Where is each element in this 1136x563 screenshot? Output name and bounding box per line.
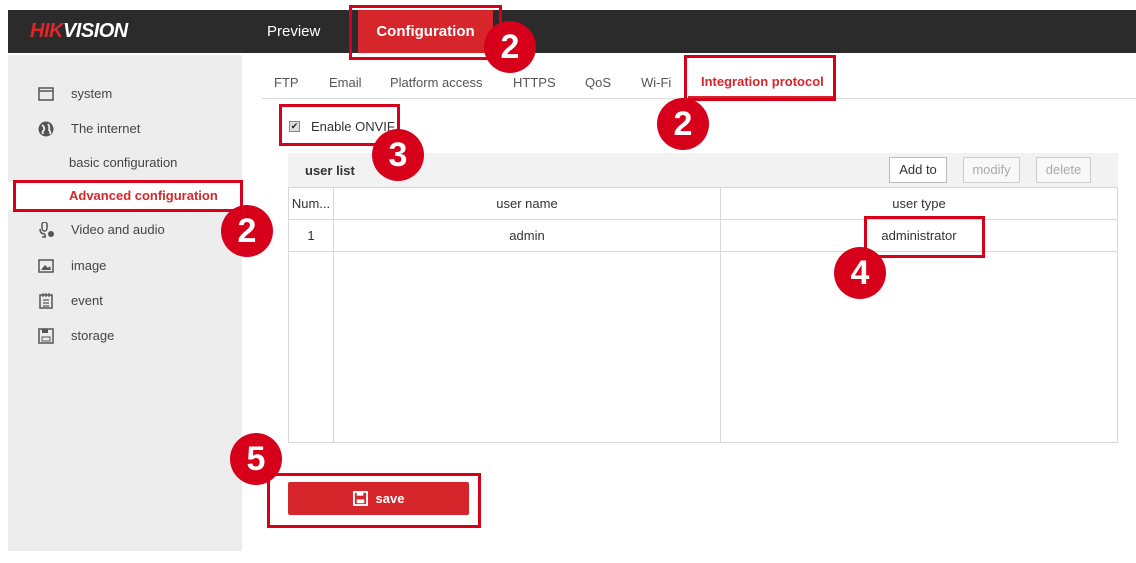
- tab-https[interactable]: HTTPS: [513, 75, 556, 90]
- sidebar-item-video-audio[interactable]: Video and audio: [8, 216, 242, 244]
- table-row[interactable]: 1 admin administrator: [289, 220, 1117, 252]
- annotation-step-2: 2: [221, 205, 273, 257]
- tab-email[interactable]: Email: [329, 75, 362, 90]
- sidebar-item-internet[interactable]: The internet: [8, 115, 242, 143]
- sidebar-item-storage[interactable]: storage: [8, 322, 242, 350]
- annotation-step-5: 5: [230, 433, 282, 485]
- cell-user-name: admin: [509, 228, 545, 243]
- hikvision-logo: HIKVISION: [30, 20, 128, 42]
- floppy-icon: [38, 328, 54, 344]
- user-list-title: user list: [305, 163, 355, 178]
- nav-preview[interactable]: Preview: [267, 10, 320, 53]
- delete-user-button[interactable]: delete: [1036, 157, 1091, 183]
- modify-user-button[interactable]: modify: [963, 157, 1020, 183]
- column-header-num[interactable]: Num...: [289, 188, 333, 220]
- sidebar-item-basic-configuration[interactable]: basic configuration: [8, 149, 242, 177]
- cell-num: 1: [307, 228, 315, 243]
- column-header-user-name[interactable]: user name: [334, 188, 720, 220]
- tab-wifi[interactable]: Wi-Fi: [641, 75, 671, 90]
- mic-icon: [39, 222, 54, 238]
- top-header: HIKVISION Preview Configuration: [8, 10, 1136, 53]
- sidebar: system The internet basic configuration …: [8, 55, 242, 551]
- user-table: Num... user name user type 1 admin admin…: [288, 187, 1118, 443]
- annotation-step-2: 2: [484, 21, 536, 73]
- annotation-box-advanced: [13, 180, 243, 212]
- sidebar-item-event[interactable]: event: [8, 287, 242, 315]
- tab-qos[interactable]: QoS: [585, 75, 611, 90]
- annotation-box-integration-tab: [684, 55, 836, 101]
- add-user-button[interactable]: Add to: [889, 157, 947, 183]
- annotation-box-configuration: [349, 5, 502, 60]
- annotation-step-4: 4: [834, 247, 886, 299]
- tab-platform-access[interactable]: Platform access: [390, 75, 482, 90]
- annotation-box-user-type: [864, 216, 985, 258]
- sidebar-item-image[interactable]: image: [8, 252, 242, 280]
- image-icon: [38, 259, 54, 273]
- annotation-box-save: [267, 473, 481, 528]
- window-icon: [38, 87, 54, 101]
- globe-icon: [38, 121, 54, 137]
- calendar-icon: [39, 293, 53, 309]
- annotation-step-3: 3: [372, 129, 424, 181]
- tab-ftp[interactable]: FTP: [274, 75, 299, 90]
- sidebar-item-system[interactable]: system: [8, 80, 242, 108]
- annotation-step-2: 2: [657, 98, 709, 150]
